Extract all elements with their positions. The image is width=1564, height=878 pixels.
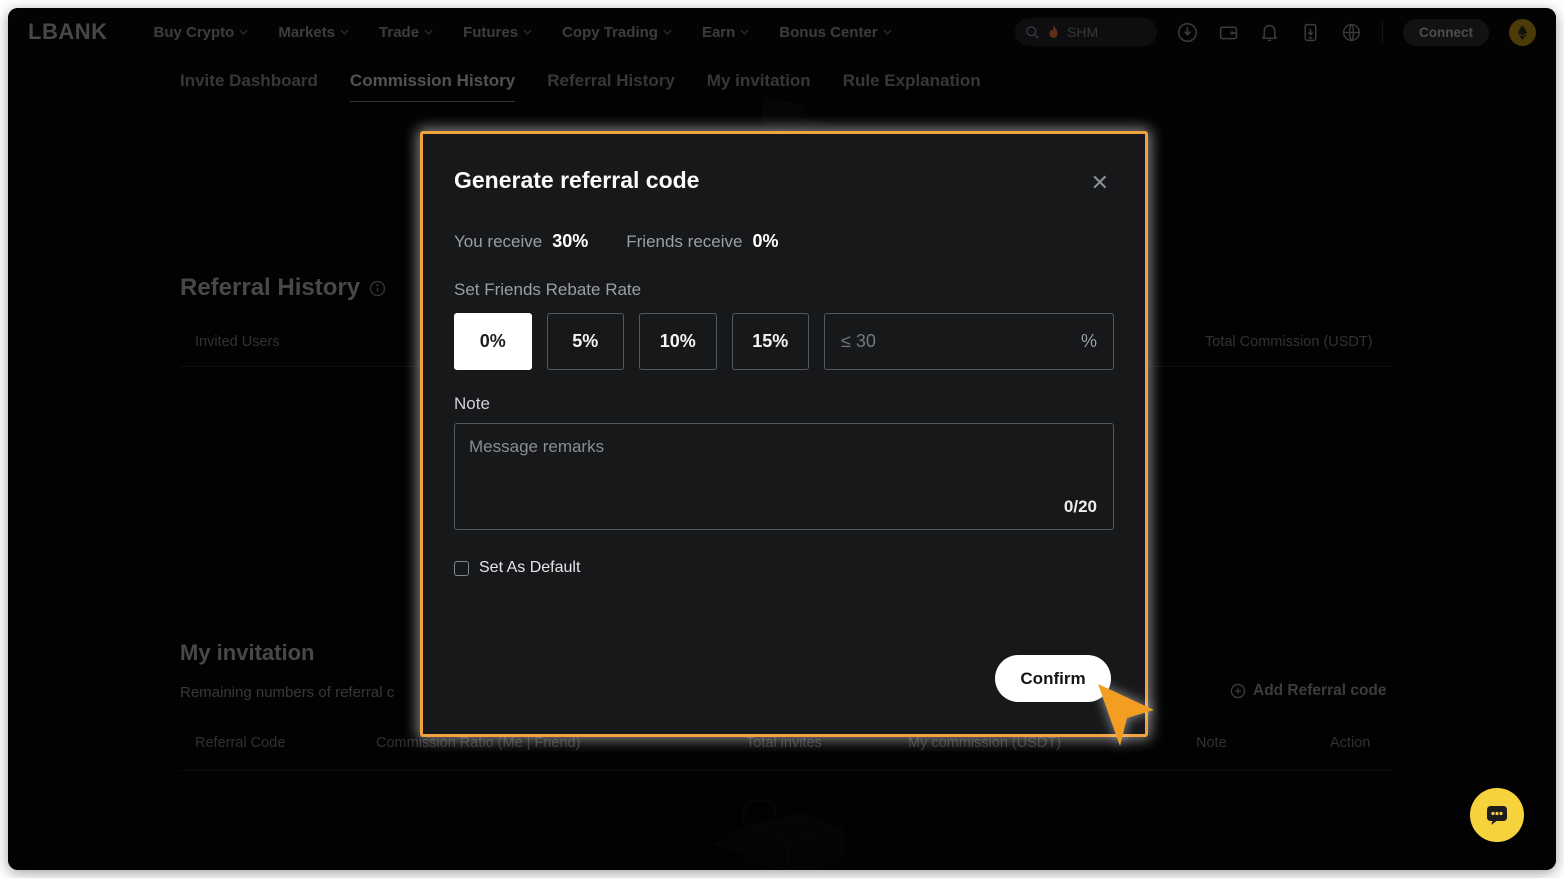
set-default-label: Set As Default bbox=[479, 559, 580, 577]
rebate-rate-options: 0% 5% 10% 15% % bbox=[454, 313, 1114, 370]
cursor-pointer-icon bbox=[1094, 676, 1158, 748]
note-field: 0/20 bbox=[454, 423, 1114, 530]
generate-referral-code-modal: Generate referral code ✕ You receive 30%… bbox=[420, 131, 1148, 737]
rate-option-10[interactable]: 10% bbox=[639, 313, 717, 370]
app-window: LBANK Buy Crypto Markets Trade Futures C… bbox=[8, 8, 1556, 870]
receive-rates-row: You receive 30% Friends receive 0% bbox=[454, 231, 1114, 252]
custom-rate-input[interactable] bbox=[841, 331, 1073, 352]
rate-option-15[interactable]: 15% bbox=[732, 313, 810, 370]
set-as-default-row[interactable]: Set As Default bbox=[454, 559, 1114, 577]
character-counter: 0/20 bbox=[1064, 497, 1097, 517]
note-label: Note bbox=[454, 394, 1114, 414]
friends-receive-value: 0% bbox=[752, 231, 778, 252]
rate-option-0[interactable]: 0% bbox=[454, 313, 532, 370]
modal-title: Generate referral code bbox=[454, 167, 1114, 194]
set-rebate-rate-label: Set Friends Rebate Rate bbox=[454, 280, 1114, 300]
you-receive-value: 30% bbox=[552, 231, 588, 252]
close-icon[interactable]: ✕ bbox=[1091, 172, 1109, 194]
chat-bubble-icon bbox=[1484, 802, 1510, 828]
rate-option-5[interactable]: 5% bbox=[547, 313, 625, 370]
support-chat-button[interactable] bbox=[1470, 788, 1524, 842]
screenshot-frame: LBANK Buy Crypto Markets Trade Futures C… bbox=[0, 0, 1564, 878]
friends-receive-label: Friends receive bbox=[626, 232, 742, 252]
set-default-checkbox[interactable] bbox=[454, 561, 469, 576]
note-textarea[interactable] bbox=[455, 424, 1113, 496]
percent-suffix: % bbox=[1081, 331, 1097, 352]
custom-rate-field[interactable]: % bbox=[824, 313, 1114, 370]
you-receive-label: You receive bbox=[454, 232, 542, 252]
